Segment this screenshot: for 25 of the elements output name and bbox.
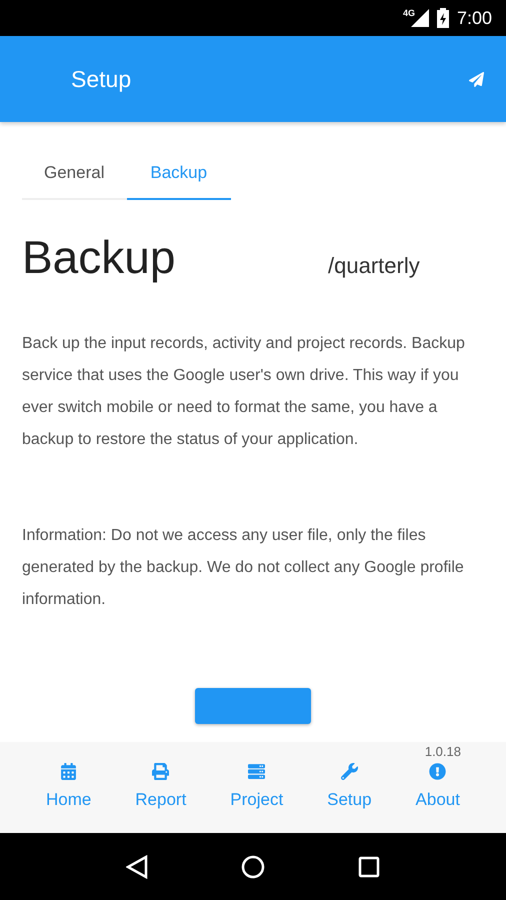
home-icon[interactable] xyxy=(240,854,265,878)
tab[interactable]: Backup xyxy=(126,148,231,200)
description-text: Information: Do not we access any user file, only the files generated by the backup. We do not collect any Google profile information. xyxy=(22,526,465,610)
tab[interactable]: General xyxy=(22,148,126,200)
version-label: 1.0.18 xyxy=(424,744,461,759)
clock: 7:00 xyxy=(456,8,492,28)
wrench-icon xyxy=(340,763,358,780)
nav-item[interactable]: About xyxy=(412,763,464,810)
nav-item[interactable]: Project xyxy=(226,763,288,810)
send-icon[interactable] xyxy=(469,72,484,86)
back-icon[interactable] xyxy=(126,854,148,878)
info-icon xyxy=(429,763,446,780)
description-text: Back up the input records, activity and project records. Backup service that uses the Google user's own drive. This way if you ever switch mobile or need to format the same, you have a backup to restore the status of your application. xyxy=(22,334,466,450)
nav-item[interactable]: Report xyxy=(131,763,190,810)
network-label: 4G xyxy=(402,8,415,18)
printer-icon xyxy=(152,763,170,780)
app-title: Setup xyxy=(71,66,132,92)
nav-item[interactable]: Home xyxy=(42,763,96,810)
list-icon xyxy=(248,763,266,780)
page-heading: Backup xyxy=(22,230,176,284)
nav-item[interactable]: Setup xyxy=(323,763,376,810)
calendar-icon xyxy=(60,763,78,780)
period-label: /quarterly xyxy=(328,253,420,279)
recents-icon[interactable] xyxy=(358,856,380,878)
battery-icon xyxy=(436,8,449,28)
